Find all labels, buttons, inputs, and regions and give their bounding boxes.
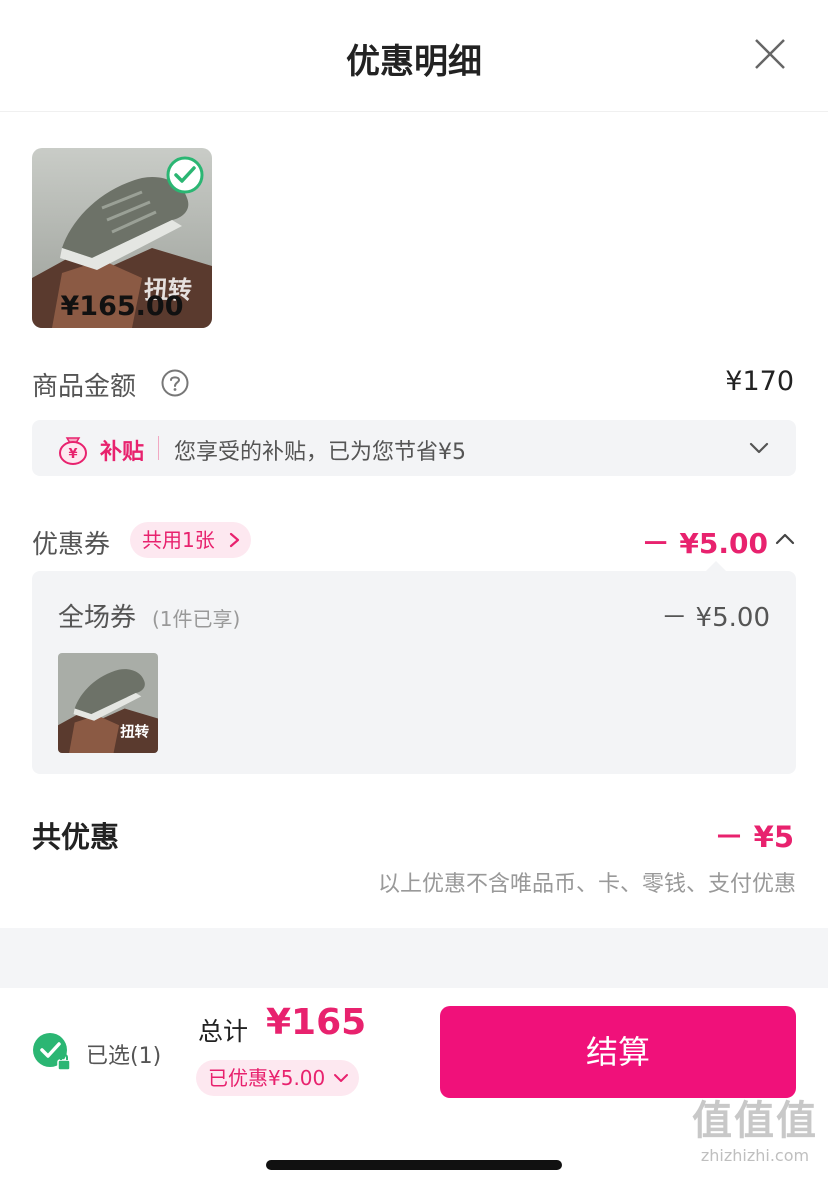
checkout-button[interactable]: 结算 <box>440 1006 796 1098</box>
chevron-down-icon[interactable] <box>748 438 770 458</box>
sheet-header: 优惠明细 <box>0 0 828 112</box>
panel-notch <box>706 561 726 571</box>
close-icon[interactable] <box>752 36 788 72</box>
selected-count: 已选(1) <box>86 1044 162 1069</box>
shoe-image: 扭转 <box>58 653 158 753</box>
svg-text:扭转: 扭转 <box>120 722 149 740</box>
product-price: ¥165.00 <box>60 291 184 322</box>
coupon-usage-note: (1件已享) <box>152 607 241 631</box>
coupon-label: 优惠券 <box>32 530 111 560</box>
section-divider <box>0 928 828 988</box>
subsidy-description: 您享受的补贴，已为您节省¥5 <box>174 440 466 465</box>
watermark-logo: 值值值 <box>692 1098 818 1144</box>
sum-label: 总计 <box>198 1017 249 1046</box>
money-bag-icon: ¥ <box>59 437 87 465</box>
subsidy-tag: 补贴 <box>100 440 145 465</box>
discount-disclaimer: 以上优惠不含唯品币、卡、零钱、支付优惠 <box>377 872 796 897</box>
goods-amount-label: 商品金额 <box>32 372 137 402</box>
discount-detail-sheet: 优惠明细 扭转 ¥165.00 商品金额 ¥170 ¥ 补贴 您享受的补贴，已为… <box>0 0 828 1188</box>
home-indicator[interactable] <box>266 1160 562 1170</box>
checkout-bar: 已选(1) 总计 ¥165 已优惠¥5.00 结算 值值值 zhizhizhi.… <box>0 988 828 1188</box>
coupon-product-thumbnail: 扭转 <box>58 653 158 753</box>
subsidy-divider <box>158 436 159 460</box>
product-thumbnail[interactable]: 扭转 ¥165.00 <box>32 148 212 328</box>
chevron-up-icon[interactable] <box>774 530 796 546</box>
coupon-row[interactable]: 优惠券 共用1张 － ¥5.00 <box>32 518 796 562</box>
saved-amount-pill[interactable]: 已优惠¥5.00 <box>196 1060 360 1096</box>
coupon-count-badge[interactable]: 共用1张 <box>130 522 251 558</box>
goods-amount-value: ¥170 <box>725 366 794 397</box>
coupon-type-amount: － ¥5.00 <box>661 603 770 633</box>
total-discount-label: 共优惠 <box>32 820 120 854</box>
check-circle-icon[interactable] <box>166 156 204 194</box>
goods-amount-row: 商品金额 ¥170 <box>32 362 796 406</box>
question-circle-icon[interactable] <box>160 368 190 398</box>
sum-amount: ¥165 <box>266 1002 367 1043</box>
watermark-url: zhizhizhi.com <box>700 1146 810 1165</box>
watermark: 值值值 zhizhizhi.com <box>692 1088 818 1165</box>
coupon-amount: － ¥5.00 <box>641 527 768 560</box>
sheet-title: 优惠明细 <box>346 42 482 82</box>
coupon-count-text: 共用1张 <box>142 528 215 552</box>
chevron-right-icon <box>229 532 239 548</box>
coupon-type-label: 全场券 <box>58 603 137 633</box>
coupon-detail-panel: 全场券 (1件已享) － ¥5.00 扭转 <box>32 561 796 774</box>
select-lock-check-icon[interactable] <box>32 1032 74 1074</box>
subsidy-row[interactable]: ¥ 补贴 您享受的补贴，已为您节省¥5 <box>32 420 796 476</box>
chevron-down-icon <box>334 1074 349 1082</box>
total-discount-amount: － ¥5 <box>714 820 794 854</box>
svg-text:¥: ¥ <box>68 447 77 462</box>
saved-amount-text: 已优惠¥5.00 <box>208 1066 326 1090</box>
